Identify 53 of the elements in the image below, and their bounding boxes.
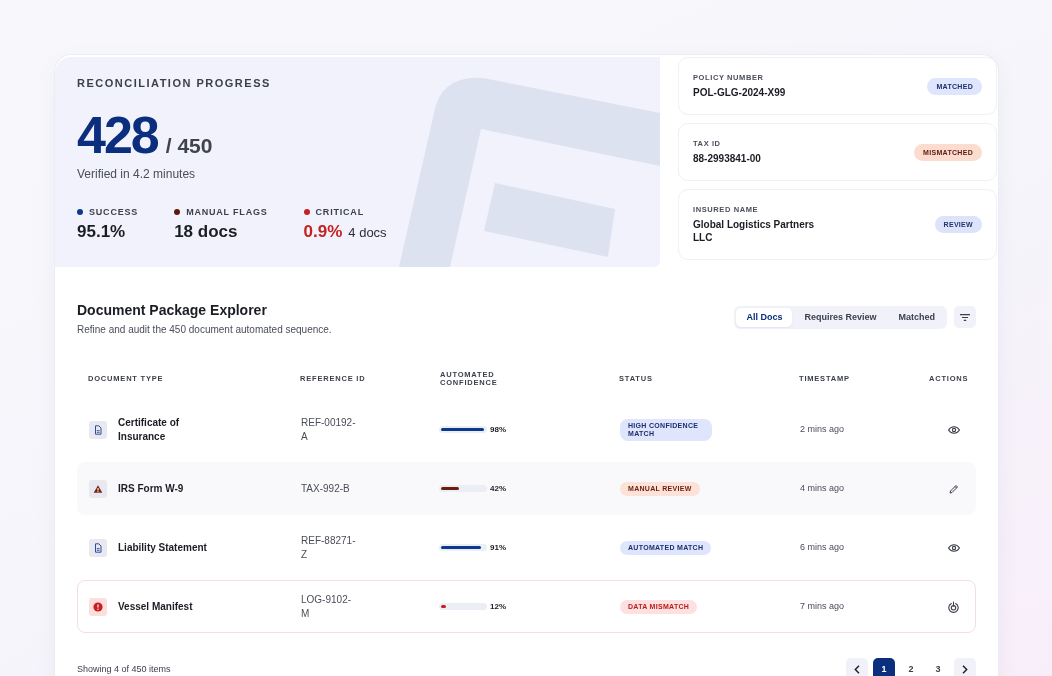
page-button[interactable]: 3	[927, 658, 949, 676]
stat-value: 95.1%	[77, 222, 126, 242]
timestamp: 2 mins ago	[800, 424, 846, 435]
stat-label: SUCCESS	[89, 207, 139, 217]
page-button[interactable]: 2	[900, 658, 922, 676]
field-value: 88-2993841-00	[693, 152, 761, 165]
document-icon	[89, 420, 107, 439]
alert-icon	[89, 597, 107, 616]
document-name: Liability Statement	[118, 540, 207, 555]
tab[interactable]: Requires Review	[794, 308, 887, 327]
stat-label: CRITICAL	[315, 207, 364, 217]
chevron-right-icon	[962, 664, 968, 674]
tab[interactable]: All Docs	[736, 308, 793, 327]
reference-id: TAX-992-B	[301, 481, 351, 496]
field-value: POL-GLG-2024-X99	[693, 86, 786, 99]
timestamp: 7 mins ago	[800, 601, 846, 612]
eye-icon[interactable]	[947, 543, 960, 552]
pencil-icon[interactable]	[948, 483, 959, 494]
stat-value: 18 docs	[174, 222, 238, 242]
field-value: Global Logistics Partners LLC	[693, 218, 816, 244]
confidence-value: 91%	[490, 542, 506, 553]
chevron-left-icon	[854, 664, 860, 674]
filter-icon	[960, 313, 970, 321]
document-icon	[89, 538, 107, 557]
document-name: Certificate of Insurance	[118, 415, 181, 444]
document-name: IRS Form W-9	[118, 481, 184, 496]
section-subtitle: Refine and audit the 450 document automated sequence.	[77, 324, 332, 336]
confidence-value: 12%	[490, 601, 506, 612]
verified-count: 428	[77, 109, 158, 161]
timestamp: 6 mins ago	[800, 542, 846, 553]
tab[interactable]: Matched	[888, 308, 945, 327]
page-button[interactable]: 1	[873, 658, 895, 676]
timestamp: 4 mins ago	[800, 483, 846, 494]
reference-id: REF-88271-Z	[301, 533, 357, 562]
confidence-value: 42%	[490, 483, 506, 494]
reference-id: LOG-9102-M	[301, 592, 353, 621]
total-count: / 450	[165, 134, 213, 158]
next-page-button[interactable]	[954, 658, 976, 676]
card-title: RECONCILIATION PROGRESS	[77, 77, 271, 90]
stat-value: 0.9%	[303, 222, 343, 242]
power-icon[interactable]	[948, 600, 959, 613]
warning-icon	[89, 479, 107, 498]
stat-detail: 4 docs	[348, 225, 387, 241]
pagination-summary: Showing 4 of 450 items	[77, 663, 171, 675]
confidence-value: 98%	[490, 424, 506, 435]
filter-button[interactable]	[954, 306, 976, 328]
document-name: Vessel Manifest	[118, 599, 193, 614]
eye-icon[interactable]	[947, 425, 960, 434]
reference-id: REF-00192-A	[301, 415, 357, 444]
stat-label: MANUAL FLAGS	[186, 207, 268, 217]
verified-time: Verified in 4.2 minutes	[77, 167, 196, 181]
section-title: Document Package Explorer	[77, 302, 267, 319]
previous-page-button[interactable]	[846, 658, 868, 676]
